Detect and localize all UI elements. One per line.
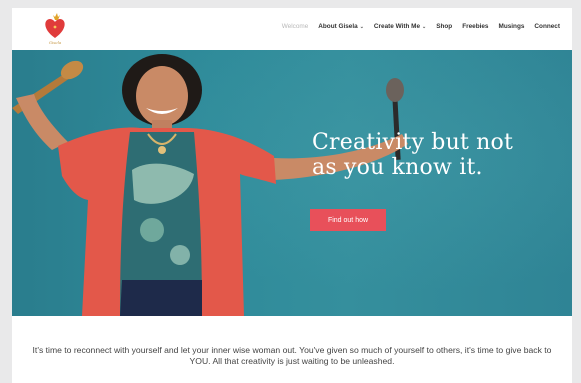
nav-shop[interactable]: Shop bbox=[436, 23, 452, 30]
nav-freebies[interactable]: Freebies bbox=[462, 23, 488, 30]
nav-create-with-me-label: Create With Me bbox=[373, 23, 421, 30]
logo-script-text: Gisela bbox=[48, 40, 62, 45]
nav-welcome[interactable]: Welcome bbox=[282, 23, 309, 30]
nav-create-with-me[interactable]: Create With Me ⌄ bbox=[374, 23, 426, 30]
hero-headline-line-1: Creativity but not bbox=[312, 130, 514, 155]
main-navigation: Welcome About Gisela ⌄ Create With Me ⌄ … bbox=[282, 23, 560, 30]
hero-banner: Creativity but not as you know it. Find … bbox=[12, 50, 572, 316]
nav-about-gisela-label: About Gisela bbox=[318, 23, 358, 30]
nav-connect[interactable]: Connect bbox=[534, 23, 560, 30]
heart-logo-icon bbox=[45, 13, 65, 38]
intro-paragraph: It's time to reconnect with yourself and… bbox=[32, 345, 552, 366]
nav-about-gisela[interactable]: About Gisela ⌄ bbox=[318, 23, 364, 30]
hero-headline: Creativity but not as you know it. bbox=[312, 130, 552, 180]
nav-musings[interactable]: Musings bbox=[499, 23, 525, 30]
browser-viewport: Gisela Welcome About Gisela ⌄ Create Wit… bbox=[12, 8, 572, 383]
site-logo[interactable]: Gisela bbox=[32, 11, 78, 47]
hero-headline-line-2: as you know it. bbox=[312, 155, 483, 180]
chevron-down-icon: ⌄ bbox=[359, 23, 364, 30]
hero-photo-woman bbox=[12, 54, 408, 316]
chevron-down-icon: ⌄ bbox=[422, 23, 427, 30]
find-out-how-button[interactable]: Find out how bbox=[310, 209, 386, 231]
site-header: Gisela Welcome About Gisela ⌄ Create Wit… bbox=[12, 8, 572, 50]
